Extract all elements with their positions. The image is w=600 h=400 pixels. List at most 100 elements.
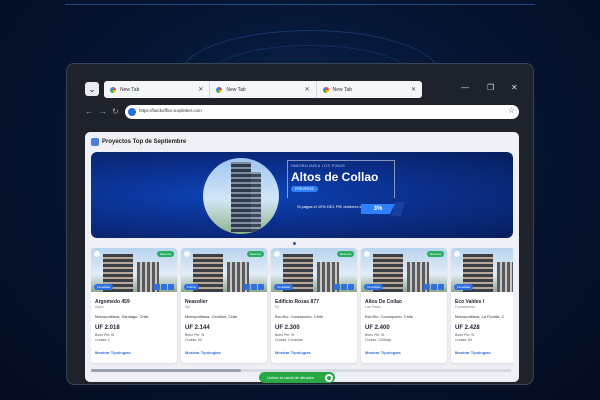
reserva-badge: Reserva [336,251,354,257]
share-icon[interactable] [424,284,430,290]
project-bono: Bono Pie: Si [275,333,295,337]
project-card[interactable]: Reserva Inmediata Altos De Collao Los Pi… [361,248,447,363]
banner-badge: PREVENTA [291,186,318,192]
project-developer: Eje [185,305,191,309]
url-text: https://backoffice.eoplinker.com [139,108,202,113]
project-cuotas: Cuotas: 1 [95,338,110,342]
favorite-icon[interactable] [184,251,190,257]
close-icon[interactable]: ✕ [411,86,416,93]
carousel-dot[interactable] [293,242,296,245]
tab-label: New Tab [226,86,246,93]
project-price: UF 2.144 [185,325,210,331]
site-icon [128,108,136,116]
tab-label: New Tab [120,86,140,93]
reserva-badge: Reserva [426,251,444,257]
share-icon[interactable] [154,284,160,290]
reload-icon[interactable]: ↻ [112,107,119,116]
project-price: UF 2.428 [455,325,480,331]
card-actions [334,284,354,290]
favorite-icon[interactable] [274,251,280,257]
building-photo [203,158,279,234]
project-card[interactable]: Reserva Inmediata Eco Valdes I Fundament… [451,248,513,363]
share-icon[interactable] [334,284,340,290]
project-card[interactable]: Reserva Futura Neasolier Eje Metropolita… [181,248,267,363]
delivery-badge: Inmediata [364,284,384,290]
delivery-badge: Inmediata [94,284,114,290]
project-developer: Los Pinos [365,305,381,309]
maximize-icon[interactable]: ❐ [487,83,494,92]
tab-strip: New Tab ✕ New Tab ✕ New Tab ✕ [104,81,422,98]
forward-arrow-icon[interactable]: → [99,107,107,116]
back-arrow-icon[interactable]: ← [85,107,93,116]
close-window-icon[interactable]: ✕ [511,83,518,92]
show-typologies-link[interactable]: Mostrar Tipologías [95,350,131,355]
project-bono: Bono Pie: Si [95,333,115,337]
scrollbar-thumb[interactable] [91,369,241,372]
project-cuotas: Cuotas: 50 [455,338,472,342]
show-typologies-link[interactable]: Mostrar Tipologías [365,350,401,355]
project-cuotas: Cuotas: 50 [185,338,202,342]
section-title: Proyectos Top de Septiembre [102,139,187,145]
project-cards: Reserva Inmediata Argomedo 459 Aquix Met… [91,248,513,366]
project-developer: Fy [275,305,279,309]
download-icon[interactable] [168,284,174,290]
card-actions [154,284,174,290]
tab[interactable]: New Tab ✕ [210,81,317,98]
top-divider [65,4,535,5]
project-cuotas: Cuotas: Consultar [275,338,304,342]
banner-eyebrow: INMOBILIARIA LOS PINOS [291,164,346,168]
project-location: Bío-Bío, Concepción, Chile [275,314,324,319]
delivery-badge: Inmediata [454,284,474,290]
project-location: Metropolitana, Cerrillos, Chile [185,314,238,319]
tower-shape [251,172,261,232]
address-bar[interactable]: https://backoffice.eoplinker.com ☆ [125,105,519,119]
gallery-icon[interactable] [161,284,167,290]
close-icon[interactable]: ✕ [305,86,310,93]
tab[interactable]: New Tab ✕ [317,81,422,98]
project-cuotas: Cuotas: 12/Abap. [365,338,393,342]
gallery-icon[interactable] [251,284,257,290]
show-typologies-link[interactable]: Mostrar Tipologías [275,350,311,355]
project-price: UF 2.300 [275,325,300,331]
projects-icon [91,138,99,146]
project-name: Edificio Rozas 877 [275,299,319,305]
download-icon[interactable] [438,284,444,290]
gallery-icon[interactable] [341,284,347,290]
google-icon [110,86,116,93]
google-icon [216,86,223,93]
google-icon [322,86,329,93]
delivery-badge: Inmediata [274,284,294,290]
browser-window: ⌄ New Tab ✕ New Tab ✕ New Tab ✕ — ❐ ✕ ← … [66,63,534,385]
show-typologies-link[interactable]: Mostrar Tipologías [455,350,491,355]
star-icon[interactable]: ☆ [508,106,515,115]
favorite-icon[interactable] [454,251,460,257]
project-card[interactable]: Reserva Inmediata Edificio Rozas 877 Fy … [271,248,357,363]
project-location: Metropolitana, La Florida, C [455,314,505,319]
whatsapp-channel-button[interactable]: Unirse al canal de difusión [259,372,335,383]
project-bono: Bono Pie: Si [365,333,385,337]
project-location: Bío-Bío, Concepción, Chile [365,314,414,319]
show-typologies-link[interactable]: Mostrar Tipologías [185,350,221,355]
project-developer: Fundamenta [455,305,475,309]
banner-title: Altos de Collao [291,170,379,184]
download-icon[interactable] [348,284,354,290]
tab[interactable]: New Tab ✕ [104,81,211,98]
minimize-icon[interactable]: — [461,83,469,92]
favorite-icon[interactable] [94,251,100,257]
project-price: UF 2.400 [365,325,390,331]
page-content: Proyectos Top de Septiembre INMOBILIARIA… [85,132,519,382]
project-bono: Bono Pie: Si [185,333,205,337]
project-bono: Bono Pie: Si [455,333,475,337]
banner-percent: 3% [361,204,395,214]
project-card[interactable]: Reserva Inmediata Argomedo 459 Aquix Met… [91,248,177,363]
banner-promo-text: Si pagas el 10% DEL PIE obtienes el [297,204,363,209]
download-icon[interactable] [258,284,264,290]
close-icon[interactable]: ✕ [198,86,203,93]
share-icon[interactable] [244,284,250,290]
gallery-icon[interactable] [431,284,437,290]
project-developer: Aquix [95,305,104,309]
promo-banner[interactable]: INMOBILIARIA LOS PINOS Altos de Collao P… [91,152,513,238]
chevron-down-icon[interactable]: ⌄ [85,82,99,96]
favorite-icon[interactable] [364,251,370,257]
reserva-badge: Reserva [246,251,264,257]
